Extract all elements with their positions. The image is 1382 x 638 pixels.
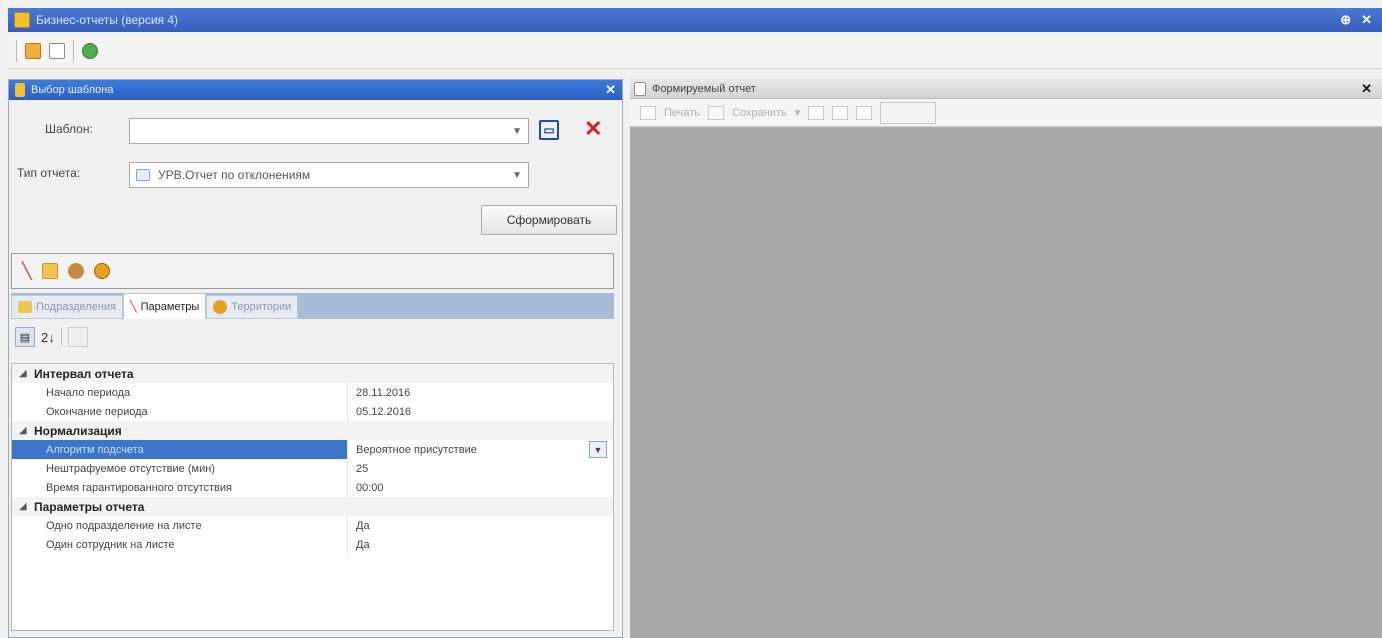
- property-name: Начало периода: [12, 383, 348, 402]
- panel-icon: [15, 83, 25, 97]
- property-row[interactable]: Одно подразделение на листе Да: [12, 516, 613, 535]
- property-row[interactable]: Один сотрудник на листе Да: [12, 535, 613, 554]
- employees-icon[interactable]: [67, 263, 84, 279]
- category-label: Интервал отчета: [34, 366, 134, 381]
- refresh-icon[interactable]: [82, 42, 98, 59]
- pin-icon[interactable]: ⊕: [1340, 12, 1351, 28]
- property-name: Один сотрудник на листе: [12, 535, 348, 554]
- property-name: Время гарантированного отсутствия: [12, 478, 348, 497]
- collapse-icon[interactable]: ◢: [12, 368, 34, 379]
- property-value[interactable]: 05.12.2016: [348, 402, 613, 421]
- chevron-down-icon[interactable]: ▼: [589, 441, 607, 458]
- report-type-combobox[interactable]: УРВ.Отчет по отклонениям ▼: [129, 162, 529, 188]
- property-row[interactable]: Начало периода 28.11.2016: [12, 383, 613, 402]
- zoom-input[interactable]: [880, 101, 937, 124]
- save-button[interactable]: Сохранить: [732, 107, 787, 119]
- toolbar-separator: [73, 39, 74, 62]
- property-value: Вероятное присутствие: [356, 443, 477, 456]
- property-grid-toolbar: ▤ 2↓: [15, 323, 88, 351]
- property-value-cell[interactable]: Вероятное присутствие ▼: [348, 440, 613, 459]
- report-toolbar: Печать Сохранить ▾: [630, 99, 1382, 127]
- property-value[interactable]: 00:00: [348, 478, 613, 497]
- tab-label: Территории: [231, 301, 292, 313]
- category-label: Параметры отчета: [34, 499, 145, 514]
- parameters-icon: ╲: [130, 301, 137, 313]
- toolbar-separator: [16, 39, 17, 62]
- category-label: Нормализация: [34, 423, 122, 438]
- delete-icon[interactable]: ✕: [584, 118, 602, 140]
- territory-icon: [213, 300, 228, 314]
- generate-button[interactable]: Сформировать: [481, 205, 617, 235]
- chevron-down-icon[interactable]: ▾: [795, 106, 801, 119]
- report-type-value: УРВ.Отчет по отклонениям: [158, 168, 311, 182]
- save-icon[interactable]: ▭: [539, 120, 559, 140]
- property-value[interactable]: 25: [348, 459, 613, 478]
- page-setup-icon[interactable]: [808, 105, 825, 120]
- category-report-parameters[interactable]: ◢ Параметры отчета: [12, 497, 613, 516]
- property-row[interactable]: Время гарантированного отсутствия 00:00: [12, 478, 613, 497]
- app-title-bar: Бизнес-отчеты (версия 4) ⊕ ✕: [8, 8, 1382, 32]
- tab-label: Параметры: [140, 300, 200, 313]
- document-icon: [634, 81, 646, 96]
- category-normalization[interactable]: ◢ Нормализация: [12, 421, 613, 440]
- property-row-selected[interactable]: Алгоритм подсчета Вероятное присутствие …: [12, 440, 613, 459]
- save-icon[interactable]: [708, 105, 725, 120]
- table-icon: [136, 169, 150, 181]
- panel-title: Выбор шаблона: [31, 84, 114, 96]
- parameters-icon[interactable]: ╲: [22, 261, 32, 281]
- close-icon[interactable]: ✕: [1361, 12, 1372, 28]
- print-button[interactable]: Печать: [664, 107, 700, 119]
- toolbar-separator: [60, 328, 62, 346]
- tab-subdivisions[interactable]: Подразделения: [11, 295, 123, 319]
- new-document-icon[interactable]: [49, 42, 65, 59]
- panel-title: Формируемый отчет: [652, 82, 756, 95]
- close-panel-icon[interactable]: ✕: [1361, 81, 1372, 97]
- property-row[interactable]: Окончание периода 05.12.2016: [12, 402, 613, 421]
- tab-strip: Подразделения ╲ Параметры Территории: [11, 293, 614, 319]
- app-title: Бизнес-отчеты (версия 4): [36, 13, 179, 27]
- chevron-down-icon[interactable]: ▼: [512, 126, 522, 137]
- template-combobox[interactable]: ▼: [129, 118, 529, 144]
- property-value[interactable]: 28.11.2016: [348, 383, 613, 402]
- report-type-label: Тип отчета:: [17, 166, 81, 180]
- filter-icon-bar: ╲: [11, 253, 614, 289]
- tab-territories[interactable]: Территории: [206, 295, 299, 319]
- property-name: Одно подразделение на листе: [12, 516, 348, 535]
- folder-icon: [18, 301, 32, 313]
- print-icon[interactable]: [640, 105, 656, 120]
- property-pages-icon[interactable]: [67, 327, 88, 347]
- export-icon[interactable]: [832, 105, 849, 120]
- sort-alpha-icon[interactable]: 2↓: [41, 330, 55, 345]
- app-logo-icon: [14, 12, 30, 28]
- tab-parameters[interactable]: ╲ Параметры: [123, 293, 207, 319]
- edit-report-icon[interactable]: [25, 42, 41, 59]
- territory-icon[interactable]: [93, 263, 110, 279]
- property-value[interactable]: Да: [348, 516, 613, 535]
- chevron-down-icon[interactable]: ▼: [512, 170, 522, 181]
- category-report-interval[interactable]: ◢ Интервал отчета: [12, 364, 613, 383]
- panel-title-bar: Формируемый отчет ✕: [630, 79, 1382, 99]
- property-name: Нештрафуемое отсутствие (мин): [12, 459, 348, 478]
- collapse-icon[interactable]: ◢: [12, 501, 34, 512]
- report-type-row: Тип отчета:: [17, 166, 80, 180]
- main-toolbar: [8, 33, 1382, 69]
- property-value[interactable]: Да: [348, 535, 613, 554]
- categorized-view-icon[interactable]: ▤: [15, 327, 35, 347]
- generated-report-panel: Формируемый отчет ✕ Печать Сохранить ▾: [630, 79, 1382, 638]
- template-label: Шаблон:: [45, 122, 93, 136]
- property-name: Окончание периода: [12, 402, 348, 421]
- template-row: Шаблон:: [45, 122, 93, 136]
- panel-title-bar: Выбор шаблона ✕: [9, 80, 622, 100]
- collapse-icon[interactable]: ◢: [12, 425, 34, 436]
- close-panel-icon[interactable]: ✕: [605, 82, 616, 98]
- tab-label: Подразделения: [36, 301, 116, 313]
- property-grid: ◢ Интервал отчета Начало периода 28.11.2…: [11, 363, 614, 631]
- zoom-icon[interactable]: [856, 105, 873, 120]
- property-row[interactable]: Нештрафуемое отсутствие (мин) 25: [12, 459, 613, 478]
- folder-icon[interactable]: [41, 263, 58, 279]
- property-name: Алгоритм подсчета: [12, 440, 348, 459]
- template-selection-panel: Выбор шаблона ✕ Шаблон: ▼ ▭ ✕ Тип отчета…: [8, 79, 623, 638]
